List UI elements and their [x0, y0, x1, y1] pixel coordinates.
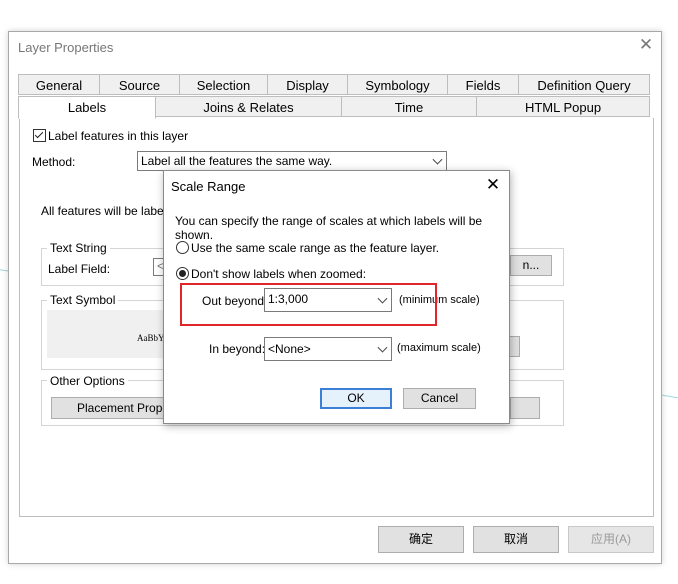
background-decoration-line — [662, 394, 678, 399]
chevron-down-icon — [432, 154, 443, 165]
symbol-preview-text: AaBbY — [137, 333, 165, 343]
tab-general[interactable]: General — [18, 74, 100, 95]
other-options-button-partial[interactable] — [510, 397, 540, 419]
text-symbol-group-title: Text Symbol — [47, 293, 119, 307]
dialog-description: You can specify the range of scales at w… — [175, 214, 483, 242]
radio-same-scale[interactable] — [176, 241, 189, 254]
chevron-down-icon — [377, 342, 388, 353]
text-string-group-title: Text String — [47, 241, 110, 255]
method-dropdown-value: Label all the features the same way. — [141, 154, 333, 168]
expression-button[interactable]: n... — [510, 255, 552, 276]
ok-button[interactable]: 确定 — [378, 526, 464, 553]
tab-time[interactable]: Time — [341, 96, 477, 117]
dialog-ok-button[interactable]: OK — [320, 388, 392, 409]
dialog-title: Scale Range — [171, 179, 246, 194]
tab-labels[interactable]: Labels — [18, 96, 156, 119]
cancel-button[interactable]: 取消 — [473, 526, 559, 553]
apply-button-label: 应用(A) — [591, 532, 631, 546]
in-beyond-value: <None> — [268, 342, 311, 356]
tab-joins-relates[interactable]: Joins & Relates — [155, 96, 342, 117]
all-features-text: All features will be labeled — [41, 204, 180, 218]
symbol-button-partial[interactable] — [510, 336, 520, 357]
cancel-button-label: 取消 — [503, 532, 528, 546]
annotation-highlight-box — [180, 283, 437, 326]
tab-definition-query[interactable]: Definition Query — [518, 74, 650, 95]
tab-source[interactable]: Source — [99, 74, 180, 95]
window-title: Layer Properties — [18, 40, 114, 55]
window-close-icon[interactable]: ✕ — [637, 36, 655, 54]
radio-dont-show[interactable] — [176, 267, 189, 280]
tab-symbology[interactable]: Symbology — [347, 74, 448, 95]
radio-same-scale-label: Use the same scale range as the feature … — [191, 241, 440, 255]
expression-button-label: n... — [522, 258, 540, 272]
method-label: Method: — [32, 155, 76, 169]
tab-selection[interactable]: Selection — [179, 74, 268, 95]
placement-properties-button[interactable]: Placement Propert — [51, 397, 164, 419]
method-dropdown[interactable]: Label all the features the same way. — [137, 151, 447, 171]
placement-properties-label: Placement Propert — [77, 401, 163, 415]
in-beyond-note: (maximum scale) — [397, 342, 481, 354]
label-features-label: Label features in this layer — [48, 129, 189, 143]
dialog-close-icon[interactable]: ✕ — [484, 176, 502, 194]
label-field-label: Label Field: — [48, 262, 111, 276]
dialog-cancel-button[interactable]: Cancel — [403, 388, 476, 409]
apply-button[interactable]: 应用(A) — [568, 526, 654, 553]
dialog-ok-label: OK — [347, 391, 365, 405]
in-beyond-label: In beyond: — [209, 342, 266, 356]
radio-dont-show-label: Don't show labels when zoomed: — [191, 267, 367, 281]
tab-html-popup[interactable]: HTML Popup — [476, 96, 650, 117]
tab-display[interactable]: Display — [267, 74, 348, 95]
tab-fields[interactable]: Fields — [447, 74, 519, 95]
other-options-group-title: Other Options — [47, 374, 128, 388]
dialog-cancel-label: Cancel — [420, 391, 459, 405]
in-beyond-dropdown[interactable]: <None> — [264, 337, 392, 361]
label-features-checkbox[interactable] — [33, 129, 46, 142]
ok-button-label: 确定 — [408, 532, 433, 546]
